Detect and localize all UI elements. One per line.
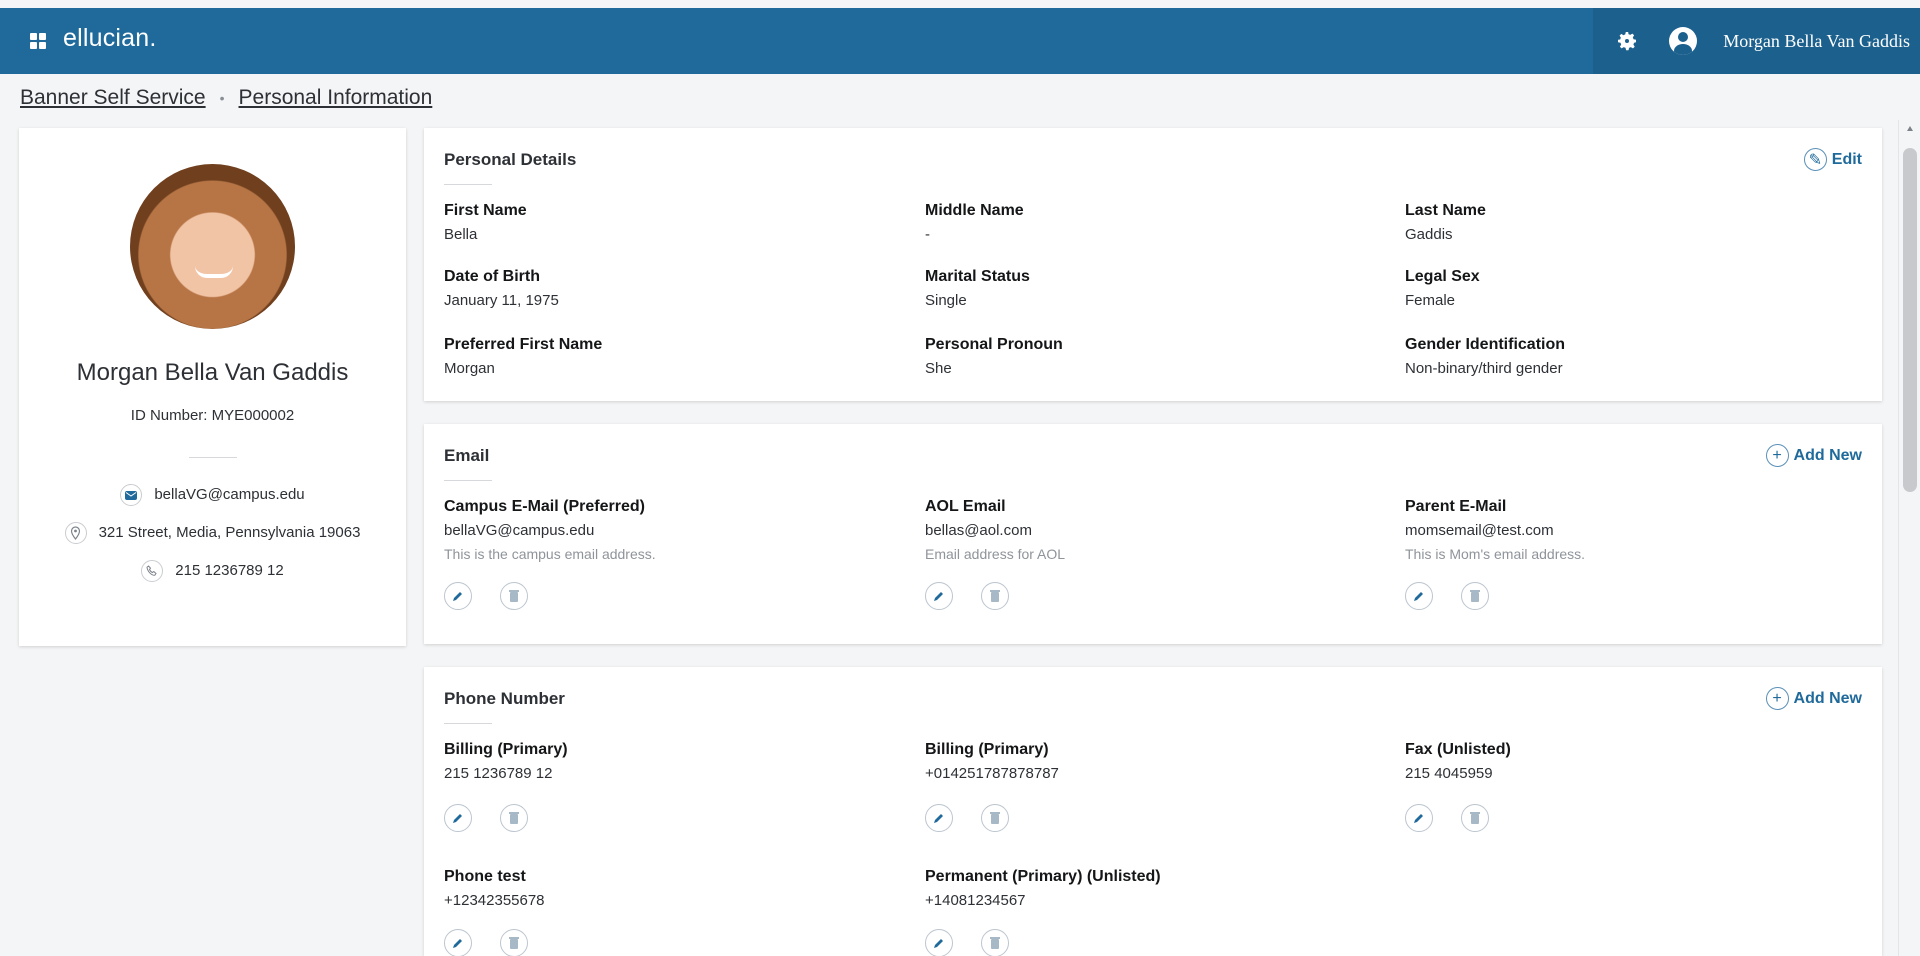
section-title: Personal Details bbox=[444, 150, 577, 169]
plus-icon: + bbox=[1765, 687, 1789, 710]
email-item: Parent E-Mail momsemail@test.com This is M… bbox=[1405, 498, 1586, 562]
field-last-name: Last Name Gaddis bbox=[1405, 202, 1486, 243]
phone-number-card: Phone Number + Add New Billing (Primary)… bbox=[424, 667, 1882, 956]
edit-icon[interactable] bbox=[1405, 582, 1433, 610]
edit-button[interactable]: ✎ Edit bbox=[1803, 148, 1862, 171]
section-title: Phone Number bbox=[444, 689, 565, 708]
grid-icon[interactable] bbox=[30, 33, 46, 49]
trash-icon[interactable] bbox=[981, 929, 1009, 956]
field-preferred-first-name: Preferred First Name Morgan bbox=[444, 336, 603, 377]
field-legal-sex: Legal Sex Female bbox=[1405, 268, 1480, 309]
breadcrumb-current[interactable]: Personal Information bbox=[239, 86, 433, 110]
plus-icon: + bbox=[1765, 444, 1789, 467]
location-icon bbox=[64, 522, 87, 544]
edit-icon[interactable] bbox=[925, 929, 953, 956]
divider bbox=[444, 723, 492, 724]
divider bbox=[188, 457, 237, 458]
trash-icon[interactable] bbox=[981, 804, 1009, 832]
email-icon bbox=[120, 484, 143, 506]
edit-icon: ✎ bbox=[1803, 148, 1827, 171]
field-marital-status: Marital Status Single bbox=[925, 268, 1030, 309]
edit-icon[interactable] bbox=[925, 804, 953, 832]
phone-item-actions bbox=[444, 929, 528, 956]
vertical-scrollbar[interactable] bbox=[1898, 120, 1920, 956]
field-date-of-birth: Date of Birth January 11, 1975 bbox=[444, 268, 559, 309]
phone-icon bbox=[141, 560, 164, 582]
email-item-actions bbox=[444, 582, 528, 610]
section-title: Email bbox=[444, 446, 490, 465]
divider bbox=[444, 480, 492, 481]
profile-email: bellaVG@campus.edu bbox=[19, 482, 406, 508]
trash-icon[interactable] bbox=[500, 804, 528, 832]
profile-name: Morgan Bella Van Gaddis bbox=[76, 359, 349, 386]
breadcrumb-separator: • bbox=[219, 90, 225, 106]
add-phone-button[interactable]: + Add New bbox=[1765, 687, 1862, 710]
scroll-up-icon[interactable] bbox=[1907, 126, 1913, 131]
edit-icon[interactable] bbox=[444, 929, 472, 956]
email-item-actions bbox=[1405, 582, 1489, 610]
ellucian-logo[interactable]: ellucian. bbox=[63, 24, 157, 53]
user-name[interactable]: Morgan Bella Van Gaddis bbox=[1723, 31, 1910, 52]
trash-icon[interactable] bbox=[1461, 582, 1489, 610]
user-area: Morgan Bella Van Gaddis bbox=[1593, 8, 1920, 74]
phone-item: Billing (Primary) +014251787878787 bbox=[925, 741, 1059, 782]
phone-item-actions bbox=[925, 804, 1009, 832]
email-card: Email + Add New Campus E-Mail (Preferred… bbox=[424, 424, 1882, 644]
scroll-thumb[interactable] bbox=[1903, 148, 1917, 492]
user-icon[interactable] bbox=[1669, 27, 1698, 55]
field-personal-pronoun: Personal Pronoun She bbox=[925, 336, 1063, 377]
edit-icon[interactable] bbox=[444, 804, 472, 832]
phone-item-actions bbox=[925, 929, 1009, 956]
phone-item-actions bbox=[1405, 804, 1489, 832]
breadcrumb: Banner Self Service • Personal Informati… bbox=[20, 86, 432, 110]
trash-icon[interactable] bbox=[500, 929, 528, 956]
email-item-actions bbox=[925, 582, 1009, 610]
edit-icon[interactable] bbox=[1405, 804, 1433, 832]
edit-icon[interactable] bbox=[444, 582, 472, 610]
phone-item: Permanent (Primary) (Unlisted) +140812345… bbox=[925, 868, 1161, 909]
profile-address: 321 Street, Media, Pennsylvania 19063 bbox=[19, 520, 406, 546]
divider bbox=[444, 184, 492, 185]
email-item: AOL Email bellas@aol.com Email address for… bbox=[925, 498, 1066, 562]
email-item: Campus E-Mail (Preferred) bellaVG@campus.… bbox=[444, 498, 656, 562]
phone-item: Billing (Primary) 215 1236789 12 bbox=[444, 741, 568, 782]
field-middle-name: Middle Name - bbox=[925, 202, 1024, 243]
phone-item: Fax (Unlisted) 215 4045959 bbox=[1405, 741, 1511, 782]
breadcrumb-home[interactable]: Banner Self Service bbox=[20, 86, 206, 110]
field-gender-identification: Gender Identification Non-binary/third ge… bbox=[1405, 336, 1566, 377]
trash-icon[interactable] bbox=[1461, 804, 1489, 832]
phone-item: Phone test +12342355678 bbox=[444, 868, 545, 909]
profile-card: Morgan Bella Van Gaddis ID Number: MYE00… bbox=[19, 128, 406, 646]
trash-icon[interactable] bbox=[981, 582, 1009, 610]
profile-phone: 215 1236789 12 bbox=[19, 558, 406, 584]
top-bar: ellucian. Morgan Bella Van Gaddis bbox=[0, 0, 1920, 74]
add-email-button[interactable]: + Add New bbox=[1765, 444, 1862, 467]
profile-id-number: ID Number: MYE000002 bbox=[130, 407, 295, 424]
phone-item-actions bbox=[444, 804, 528, 832]
personal-details-card: Personal Details ✎ Edit First Name Bella … bbox=[424, 128, 1882, 401]
edit-icon[interactable] bbox=[925, 582, 953, 610]
trash-icon[interactable] bbox=[500, 582, 528, 610]
field-first-name: First Name Bella bbox=[444, 202, 527, 243]
gear-icon[interactable] bbox=[1615, 29, 1639, 53]
avatar bbox=[130, 164, 295, 329]
